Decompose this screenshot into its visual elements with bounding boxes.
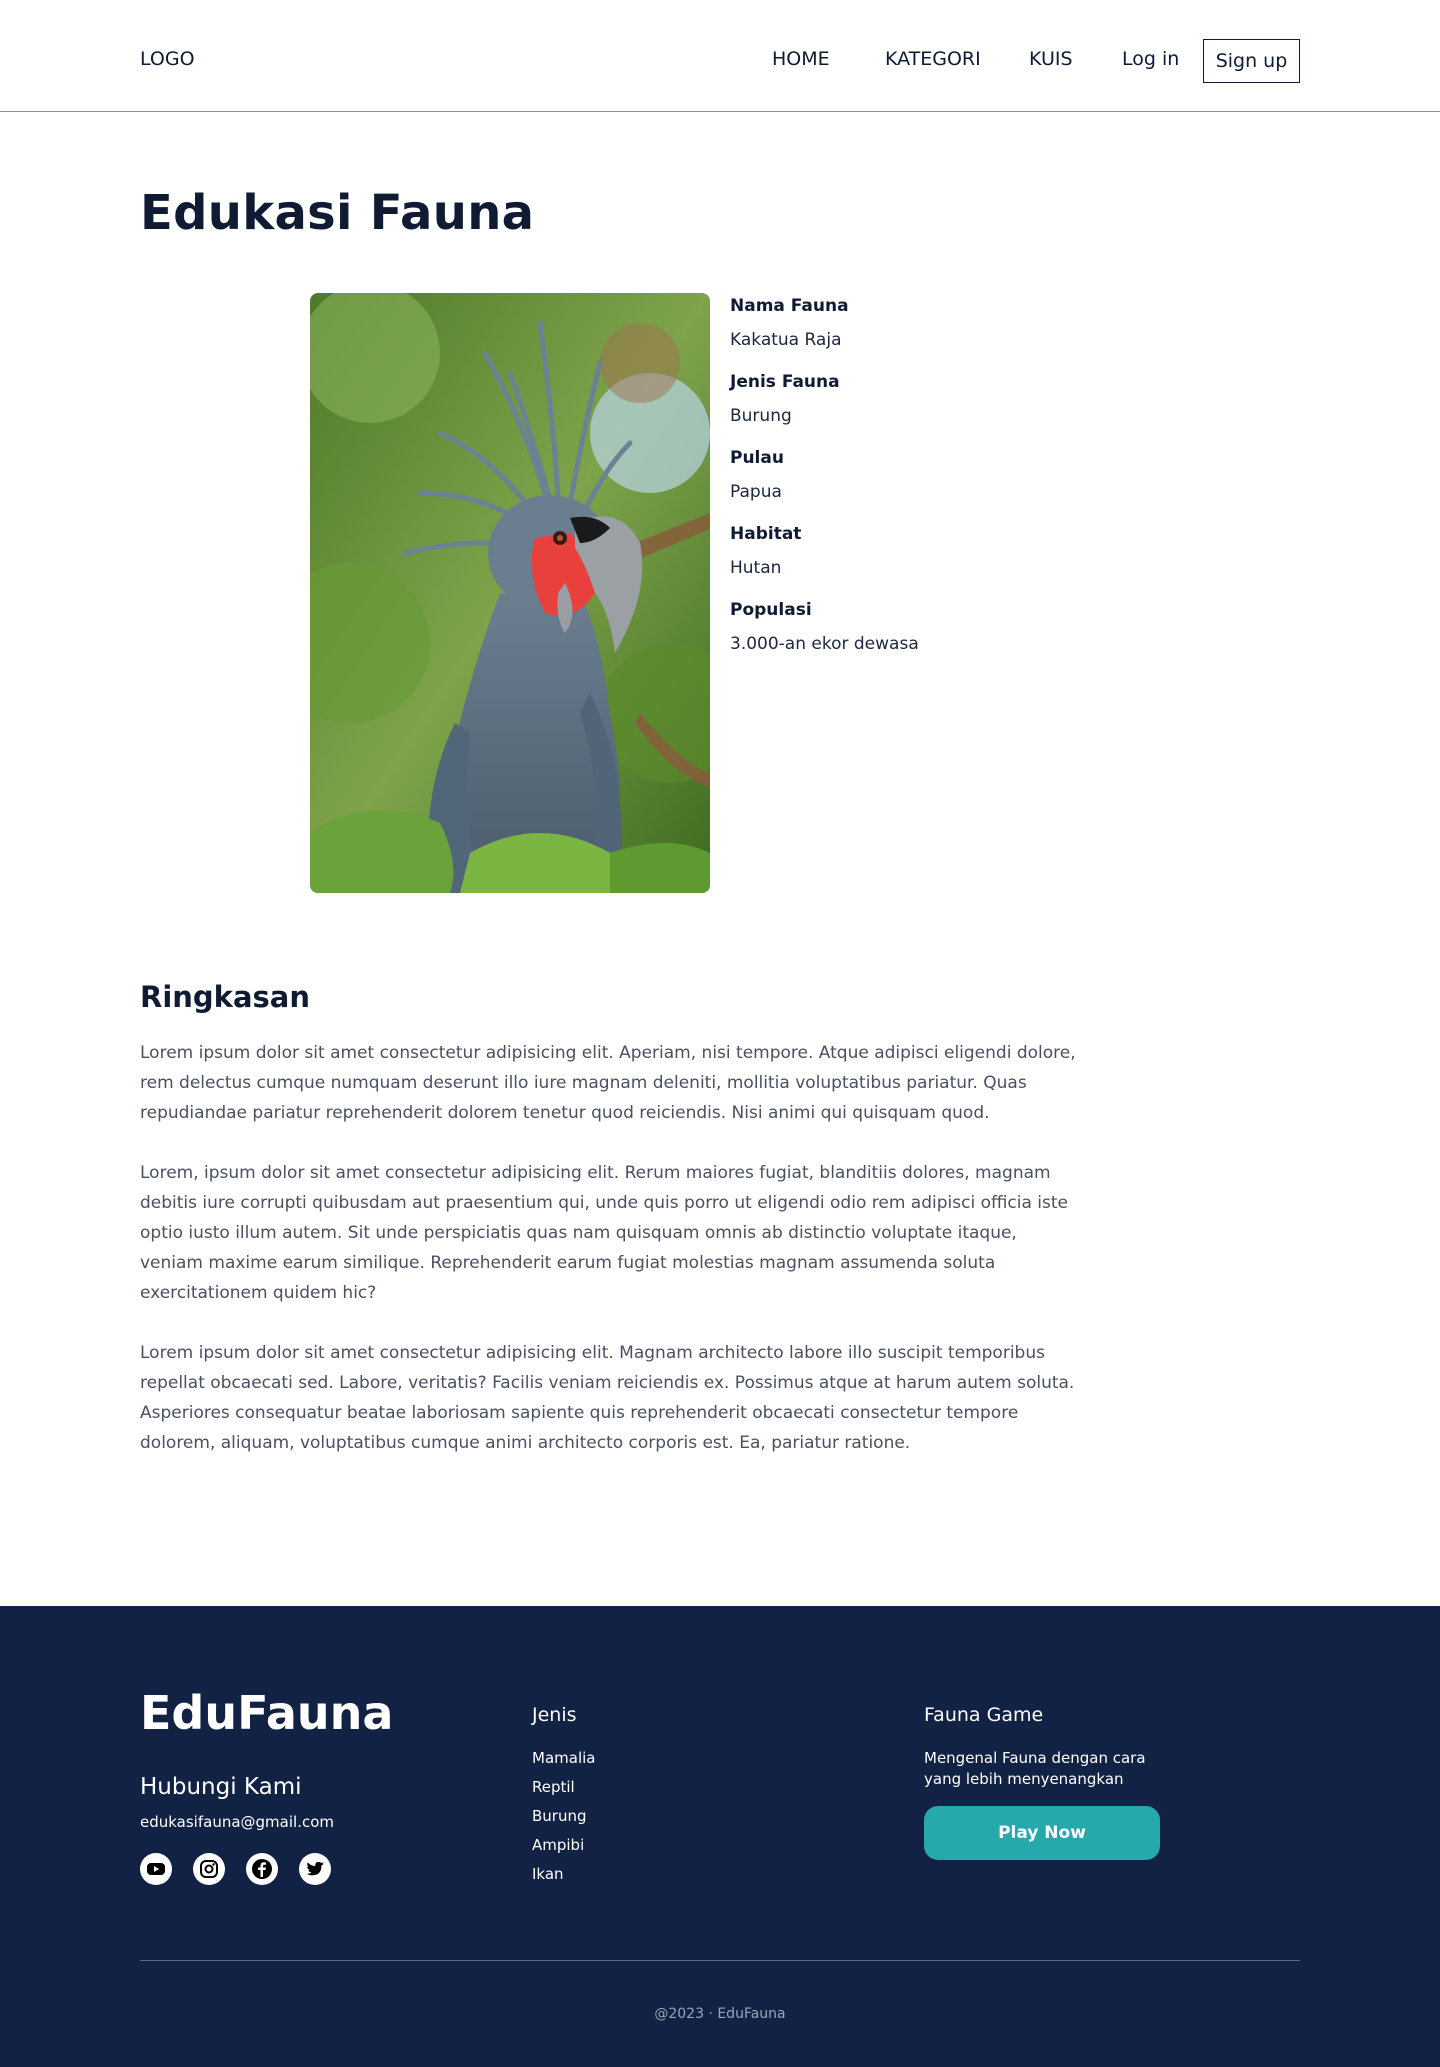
summary-paragraph: Lorem ipsum dolor sit amet consectetur a… (140, 1343, 1075, 1453)
login-link[interactable]: Log in (1122, 48, 1179, 70)
jenis-title: Jenis (532, 1704, 577, 1726)
fauna-details: Nama Fauna Kakatua Raja Jenis Fauna Buru… (730, 293, 1130, 673)
instagram-icon[interactable] (193, 1853, 225, 1885)
footer-divider (140, 1960, 1300, 1961)
detail-label-habitat: Habitat (730, 524, 802, 544)
detail-label-pulau: Pulau (730, 448, 784, 468)
game-description: Mengenal Fauna dengan cara yang lebih me… (924, 1749, 1146, 1788)
detail-label-nama: Nama Fauna (730, 296, 849, 316)
site-header: LOGO HOME KATEGORI KUIS Log in Sign up (0, 0, 1440, 112)
summary-paragraph: Lorem ipsum dolor sit amet consectetur a… (140, 1043, 1076, 1123)
detail-value-populasi: 3.000-an ekor dewasa (730, 634, 919, 654)
footer-brand: EduFauna (140, 1686, 394, 1740)
summary-text: Lorem ipsum dolor sit amet consectetur a… (140, 1038, 1080, 1488)
detail-value-jenis: Burung (730, 406, 792, 426)
jenis-link[interactable]: Mamalia (532, 1748, 595, 1777)
facebook-icon[interactable] (246, 1853, 278, 1885)
jenis-list: Mamalia Reptil Burung Ampibi Ikan (532, 1748, 595, 1893)
detail-label-populasi: Populasi (730, 600, 812, 620)
summary-paragraph: Lorem, ipsum dolor sit amet consectetur … (140, 1163, 1069, 1303)
detail-value-pulau: Papua (730, 482, 782, 502)
copyright: @2023 · EduFauna (654, 2006, 786, 2022)
contact-email[interactable]: edukasifauna@gmail.com (140, 1813, 334, 1831)
fauna-photo (310, 293, 710, 893)
detail-label-jenis: Jenis Fauna (730, 372, 840, 392)
page-title: Edukasi Fauna (140, 185, 535, 241)
game-title: Fauna Game (924, 1704, 1044, 1726)
contact-title: Hubungi Kami (140, 1774, 302, 1800)
twitter-icon[interactable] (299, 1853, 331, 1885)
logo[interactable]: LOGO (140, 48, 195, 70)
jenis-link[interactable]: Reptil (532, 1777, 595, 1806)
social-links (140, 1853, 331, 1885)
youtube-icon[interactable] (140, 1853, 172, 1885)
jenis-link[interactable]: Burung (532, 1806, 595, 1835)
cockatoo-image (310, 293, 710, 893)
site-footer: EduFauna Hubungi Kami edukasifauna@gmail… (0, 1606, 1440, 2067)
signup-button[interactable]: Sign up (1203, 39, 1300, 83)
nav-kuis[interactable]: KUIS (1029, 48, 1073, 70)
nav-kategori[interactable]: KATEGORI (885, 48, 981, 70)
detail-value-nama: Kakatua Raja (730, 330, 842, 350)
play-now-button[interactable]: Play Now (924, 1806, 1160, 1860)
summary-title: Ringkasan (140, 980, 311, 1014)
jenis-link[interactable]: Ikan (532, 1864, 595, 1893)
nav-home[interactable]: HOME (772, 48, 830, 70)
detail-value-habitat: Hutan (730, 558, 782, 578)
jenis-link[interactable]: Ampibi (532, 1835, 595, 1864)
